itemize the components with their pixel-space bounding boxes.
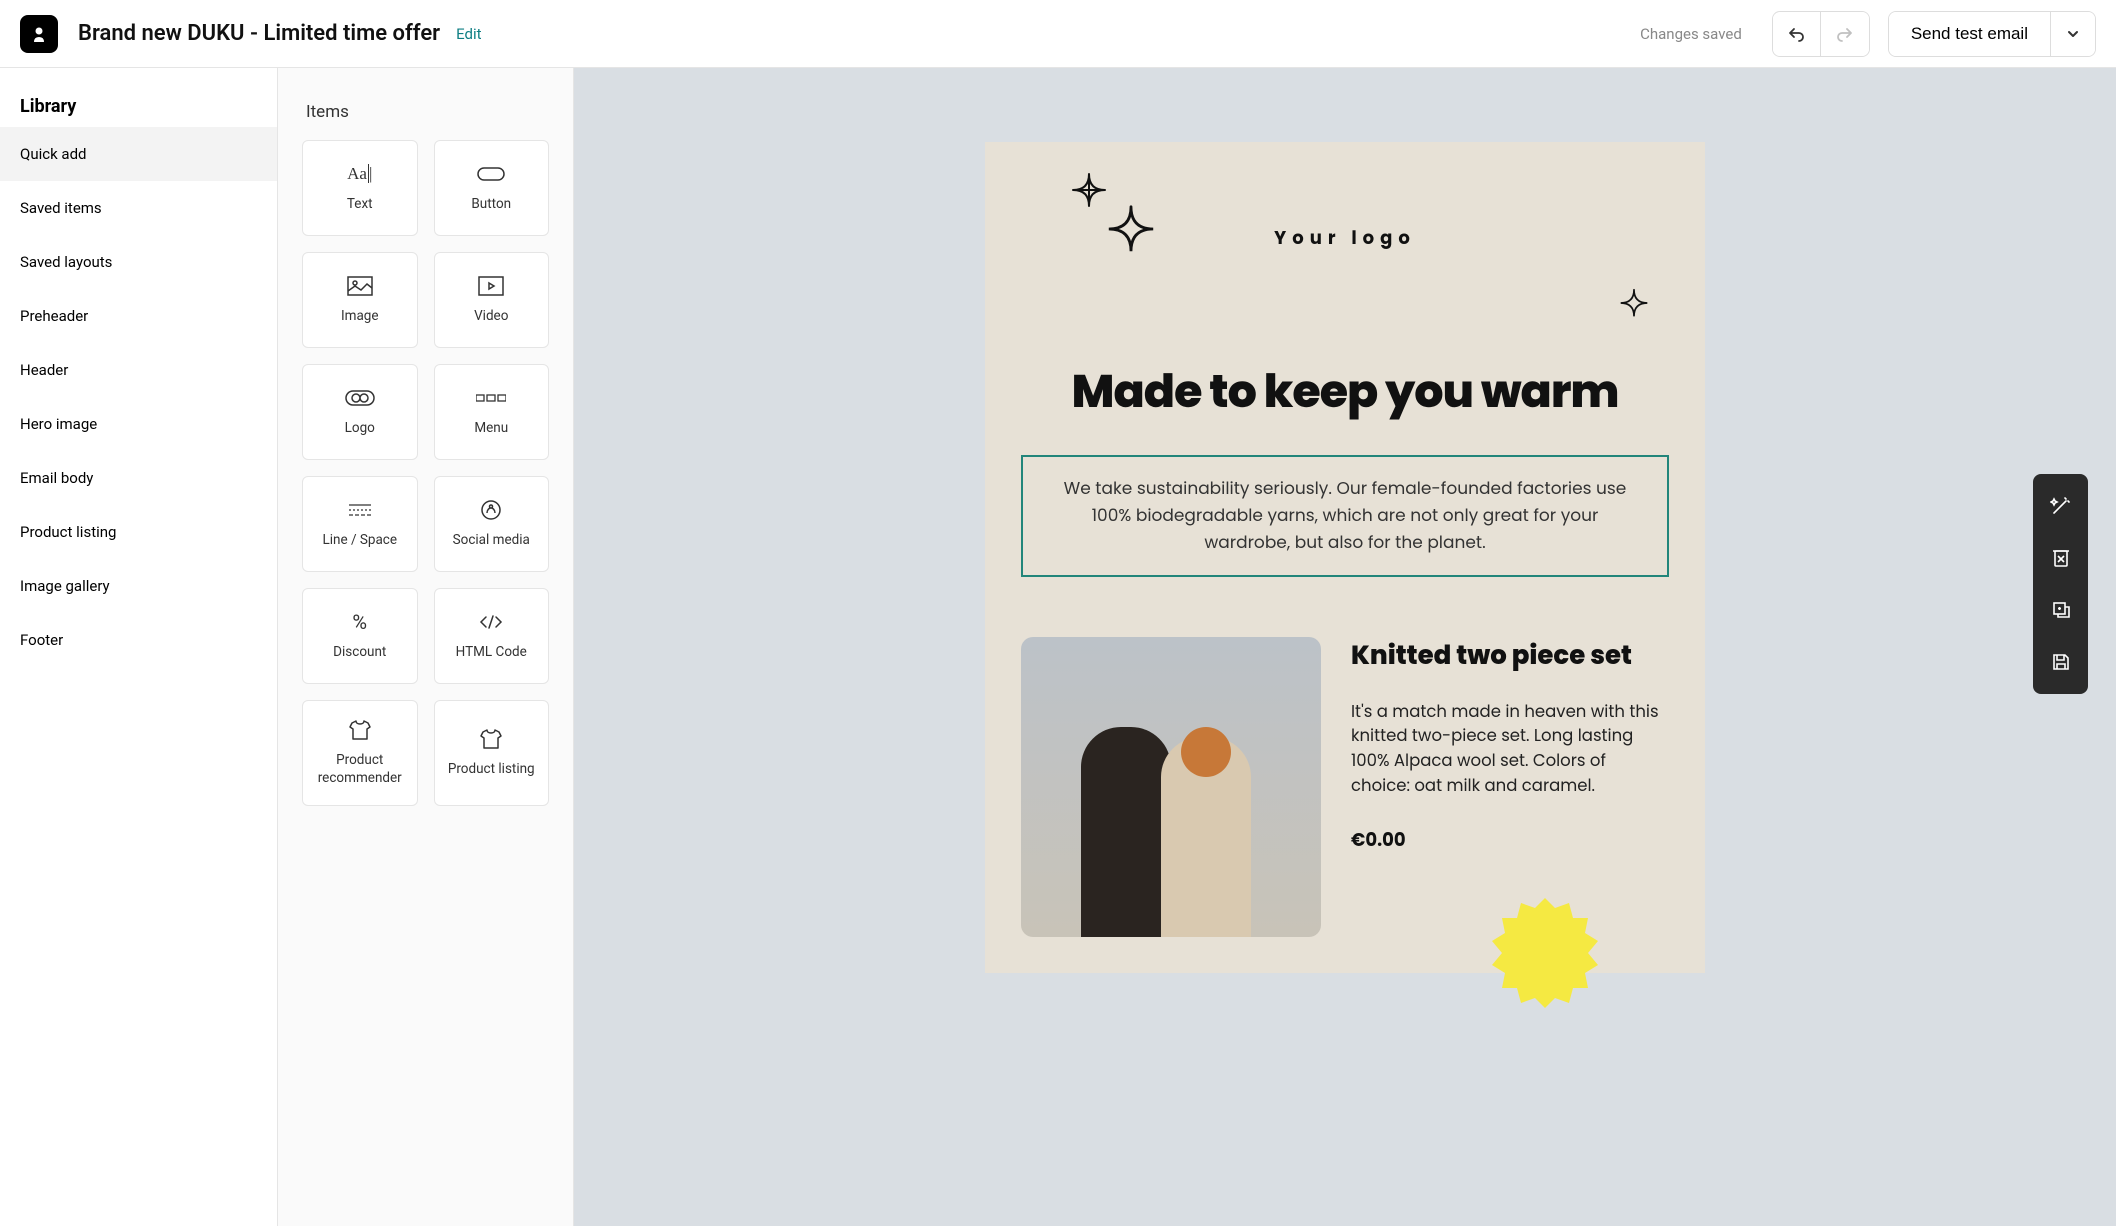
menu-icon xyxy=(476,386,506,410)
logo-icon xyxy=(29,24,49,44)
sidebar-item-saved-items[interactable]: Saved items xyxy=(0,181,277,235)
save-button[interactable] xyxy=(2033,636,2088,688)
edit-link[interactable]: Edit xyxy=(456,25,481,43)
chevron-down-icon xyxy=(2066,27,2080,41)
sidebar-item-image-gallery[interactable]: Image gallery xyxy=(0,559,277,613)
redo-button[interactable] xyxy=(1821,12,1869,56)
undo-button[interactable] xyxy=(1773,12,1821,56)
item-label: Image xyxy=(341,308,379,326)
magic-wand-icon xyxy=(2050,495,2072,517)
item-card-logo[interactable]: Logo xyxy=(302,364,418,460)
duplicate-icon xyxy=(2050,599,2072,621)
tshirt-icon xyxy=(348,718,372,742)
page-title: Brand new DUKU - Limited time offer xyxy=(78,21,440,46)
title-group: Brand new DUKU - Limited time offer Edit xyxy=(78,21,482,46)
item-label: Product recommender xyxy=(303,752,417,787)
logo-area: Your logo xyxy=(1021,178,1669,298)
product-image[interactable] xyxy=(1021,637,1321,937)
logo-icon xyxy=(345,386,375,410)
text-icon: Aa| xyxy=(347,162,372,186)
send-button-group: Send test email xyxy=(1888,11,2096,57)
sidebar-item-hero-image[interactable]: Hero image xyxy=(0,397,277,451)
send-test-email-button[interactable]: Send test email xyxy=(1889,12,2051,56)
item-card-button[interactable]: Button xyxy=(434,140,550,236)
header-left: Brand new DUKU - Limited time offer Edit xyxy=(20,15,1640,53)
html-icon xyxy=(478,610,504,634)
duplicate-button[interactable] xyxy=(2033,584,2088,636)
product-info: Knitted two piece set It's a match made … xyxy=(1351,637,1669,937)
product-description[interactable]: It's a match made in heaven with this kn… xyxy=(1351,700,1669,799)
delete-button[interactable] xyxy=(2033,532,2088,584)
sparkle-icon xyxy=(1619,288,1649,318)
send-dropdown-button[interactable] xyxy=(2051,12,2095,56)
library-sidebar: Library Quick addSaved itemsSaved layout… xyxy=(0,68,278,1226)
item-card-line[interactable]: Line / Space xyxy=(302,476,418,572)
button-icon xyxy=(477,162,505,186)
item-label: Social media xyxy=(453,532,530,550)
main-layout: Library Quick addSaved itemsSaved layout… xyxy=(0,68,2116,1226)
discount-icon: % xyxy=(352,610,367,634)
item-card-html[interactable]: HTML Code xyxy=(434,588,550,684)
items-title: Items xyxy=(278,68,573,140)
delete-icon xyxy=(2050,547,2072,569)
product-row: Knitted two piece set It's a match made … xyxy=(1021,637,1669,937)
item-label: Logo xyxy=(345,420,375,438)
email-headline[interactable]: Made to keep you warm xyxy=(1021,358,1669,427)
floating-toolbar xyxy=(2033,474,2088,694)
email-preview: Your logo Made to keep you warm We take … xyxy=(985,142,1705,973)
items-panel: Items Aa| Text Button Image Video Logo Menu Lin… xyxy=(278,68,574,1226)
item-label: Video xyxy=(474,308,508,326)
undo-redo-group xyxy=(1772,11,1870,57)
email-subtext-selected[interactable]: We take sustainability seriously. Our fe… xyxy=(1021,455,1669,577)
product-title[interactable]: Knitted two piece set xyxy=(1351,637,1669,676)
item-label: Button xyxy=(471,196,511,214)
item-card-image[interactable]: Image xyxy=(302,252,418,348)
redo-icon xyxy=(1835,24,1855,44)
magic-button[interactable] xyxy=(2033,480,2088,532)
save-status: Changes saved xyxy=(1640,25,1742,43)
sidebar-item-header[interactable]: Header xyxy=(0,343,277,397)
item-card-menu[interactable]: Menu xyxy=(434,364,550,460)
line-icon xyxy=(347,498,373,522)
app-header: Brand new DUKU - Limited time offer Edit… xyxy=(0,0,2116,68)
social-icon xyxy=(480,498,502,522)
new-badge xyxy=(1485,893,1605,1013)
item-label: Menu xyxy=(474,420,508,438)
item-label: Line / Space xyxy=(322,532,397,550)
sidebar-item-quick-add[interactable]: Quick add xyxy=(0,127,277,181)
item-card-discount[interactable]: % Discount xyxy=(302,588,418,684)
item-card-text[interactable]: Aa| Text xyxy=(302,140,418,236)
video-icon xyxy=(478,274,504,298)
item-label: Product listing xyxy=(448,761,535,779)
sidebar-item-product-listing[interactable]: Product listing xyxy=(0,505,277,559)
sidebar-item-saved-layouts[interactable]: Saved layouts xyxy=(0,235,277,289)
email-logo-text[interactable]: Your logo xyxy=(1274,225,1416,252)
app-logo[interactable] xyxy=(20,15,58,53)
item-card-video[interactable]: Video xyxy=(434,252,550,348)
item-label: HTML Code xyxy=(456,644,527,662)
product-price[interactable]: €0.00 xyxy=(1351,827,1669,854)
item-card-tshirt[interactable]: Product recommender xyxy=(302,700,418,806)
undo-icon xyxy=(1786,24,1806,44)
sidebar-item-footer[interactable]: Footer xyxy=(0,613,277,667)
sidebar-title: Library xyxy=(0,68,277,127)
item-card-tshirt[interactable]: Product listing xyxy=(434,700,550,806)
save-icon xyxy=(2050,651,2072,673)
item-card-social[interactable]: Social media xyxy=(434,476,550,572)
sidebar-item-preheader[interactable]: Preheader xyxy=(0,289,277,343)
tshirt-icon xyxy=(479,727,503,751)
header-right: Changes saved Send test email xyxy=(1640,11,2096,57)
item-label: Discount xyxy=(333,644,386,662)
sparkle-icon xyxy=(1071,172,1107,208)
sidebar-item-email-body[interactable]: Email body xyxy=(0,451,277,505)
sparkle-icon xyxy=(1106,204,1156,254)
image-icon xyxy=(347,274,373,298)
item-label: Text xyxy=(347,196,373,214)
email-canvas[interactable]: Your logo Made to keep you warm We take … xyxy=(574,68,2116,1226)
